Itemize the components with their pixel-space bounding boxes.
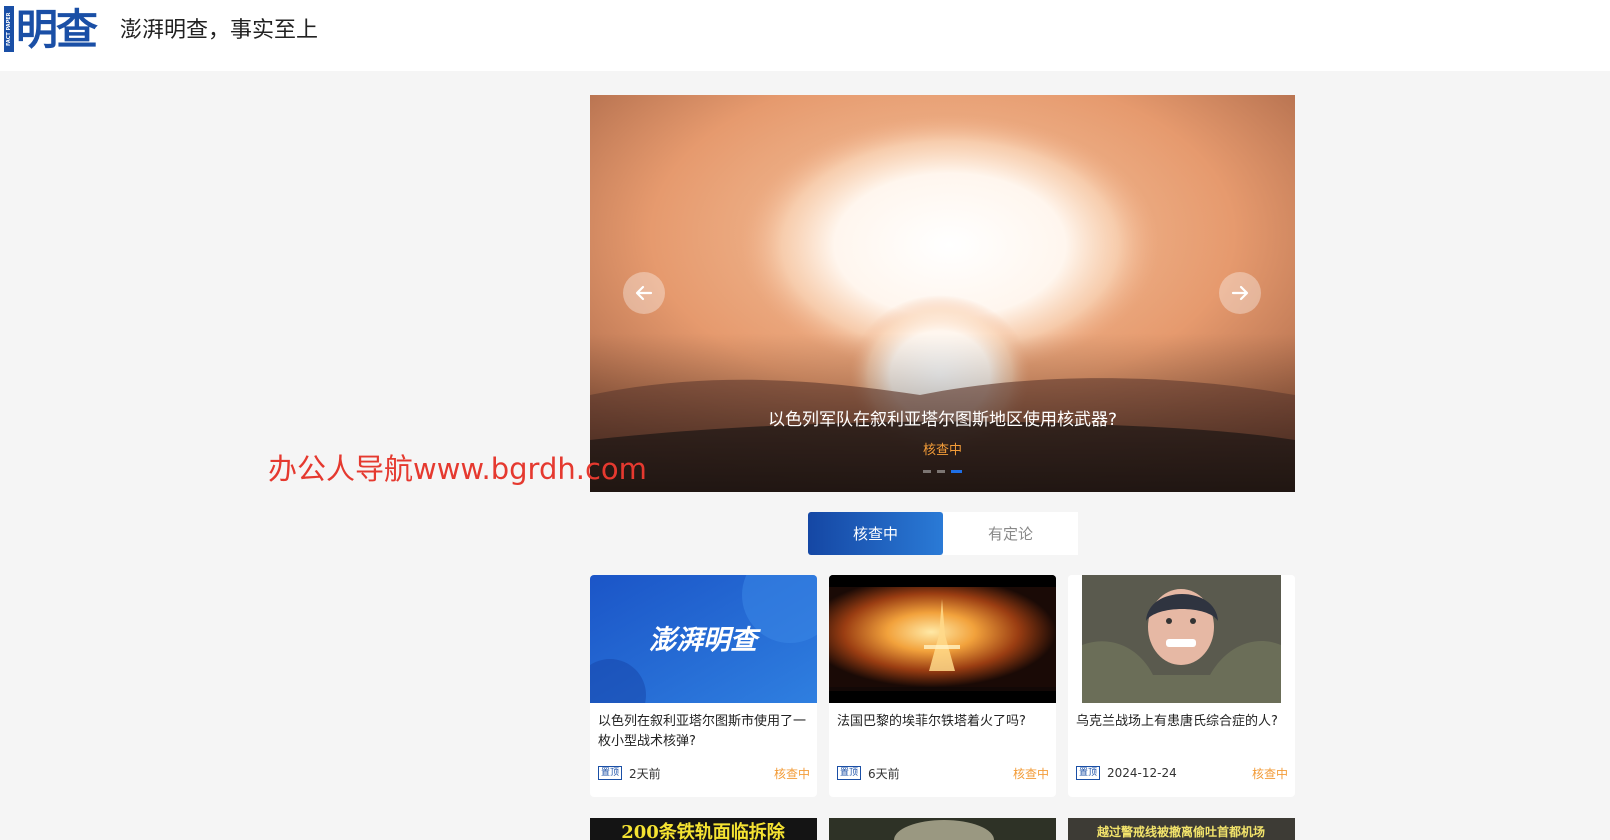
card-time: 2024-12-24 (1107, 766, 1177, 780)
carousel-dot[interactable] (923, 470, 931, 473)
thumbnail-text: 200条铁轨面临拆除 (621, 821, 786, 840)
card-status: 核查中 (1251, 766, 1288, 781)
card-time: 6天前 (868, 766, 900, 781)
pinned-tag: 置顶 (837, 766, 862, 780)
status-tabs: 核查中 有定论 (808, 512, 1078, 555)
thumbnail-text: 越过警戒线被撤离偷吐首都机场 (1096, 824, 1265, 839)
card-title[interactable]: 法国巴黎的埃菲尔铁塔着火了吗? (837, 712, 1049, 732)
arrow-left-icon (635, 285, 653, 301)
card-meta: 置顶 6天前 核查中 (837, 764, 1049, 782)
hero-carousel[interactable]: 以色列军队在叙利亚塔尔图斯地区使用核武器? 核查中 (590, 95, 1295, 492)
card-meta: 置顶 2024-12-24 核查中 (1076, 764, 1288, 782)
card-thumbnail: 澎湃明查 (590, 575, 817, 703)
card-list-row-2: 200条铁轨面临拆除 越过警戒线被撤离偷吐首都机场 (590, 818, 1295, 840)
top-bar: FACT PAPER 明查 澎湃明查，事实至上 (0, 0, 1610, 71)
carousel-indicators (590, 470, 1295, 473)
pinned-tag: 置顶 (1076, 766, 1101, 780)
card-item[interactable]: 澎湃明查 以色列在叙利亚塔尔图斯市使用了一枚小型战术核弹? 置顶 2天前 核查中 (590, 575, 817, 797)
carousel-prev-button[interactable] (623, 272, 665, 314)
site-slogan: 澎湃明查，事实至上 (120, 18, 319, 43)
card-thumbnail[interactable]: 200条铁轨面临拆除 (590, 818, 817, 840)
watermark: 办公人导航www.bgrdh.com (268, 452, 647, 486)
card-thumbnail[interactable]: 越过警戒线被撤离偷吐首都机场 (1068, 818, 1295, 840)
pinned-tag: 置顶 (598, 766, 623, 780)
card-status: 核查中 (773, 766, 810, 781)
thumbnail-image (829, 575, 1056, 703)
card-meta: 置顶 2天前 核查中 (598, 764, 810, 782)
logo-vertical-text: FACT PAPER (6, 12, 12, 46)
card-thumbnail[interactable] (829, 818, 1056, 840)
card-title[interactable]: 以色列在叙利亚塔尔图斯市使用了一枚小型战术核弹? (598, 712, 810, 752)
carousel-next-button[interactable] (1219, 272, 1261, 314)
thumbnail-image (829, 818, 1056, 840)
card-time: 2天前 (629, 766, 661, 781)
card-list: 澎湃明查 以色列在叙利亚塔尔图斯市使用了一枚小型战术核弹? 置顶 2天前 核查中 (590, 575, 1295, 797)
thumbnail-image: 200条铁轨面临拆除 (590, 818, 817, 840)
carousel-dot-active[interactable] (951, 470, 962, 473)
card-thumbnail (1068, 575, 1295, 703)
card-item[interactable]: 法国巴黎的埃菲尔铁塔着火了吗? 置顶 6天前 核查中 (829, 575, 1056, 797)
thumbnail-text: 澎湃明查 (649, 625, 761, 656)
logo-mark: 明查 (16, 5, 98, 54)
card-item[interactable]: 乌克兰战场上有患唐氏综合症的人? 置顶 2024-12-24 核查中 (1068, 575, 1295, 797)
card-thumbnail (829, 575, 1056, 703)
hero-status: 核查中 (922, 443, 962, 458)
hero-caption[interactable]: 以色列军队在叙利亚塔尔图斯地区使用核武器? (590, 407, 1295, 433)
thumbnail-image: 澎湃明查 (590, 575, 817, 703)
carousel-dot[interactable] (937, 470, 945, 473)
thumbnail-image (1068, 575, 1295, 703)
logo-vertical-band: FACT PAPER (4, 6, 14, 52)
arrow-right-icon (1231, 285, 1249, 301)
logo[interactable]: FACT PAPER 明查 (4, 5, 104, 54)
card-title[interactable]: 乌克兰战场上有患唐氏综合症的人? (1076, 712, 1288, 732)
tab-concluded[interactable]: 有定论 (943, 512, 1078, 555)
thumbnail-image: 越过警戒线被撤离偷吐首都机场 (1068, 818, 1295, 840)
card-status: 核查中 (1012, 766, 1049, 781)
tab-checking[interactable]: 核查中 (808, 512, 943, 555)
